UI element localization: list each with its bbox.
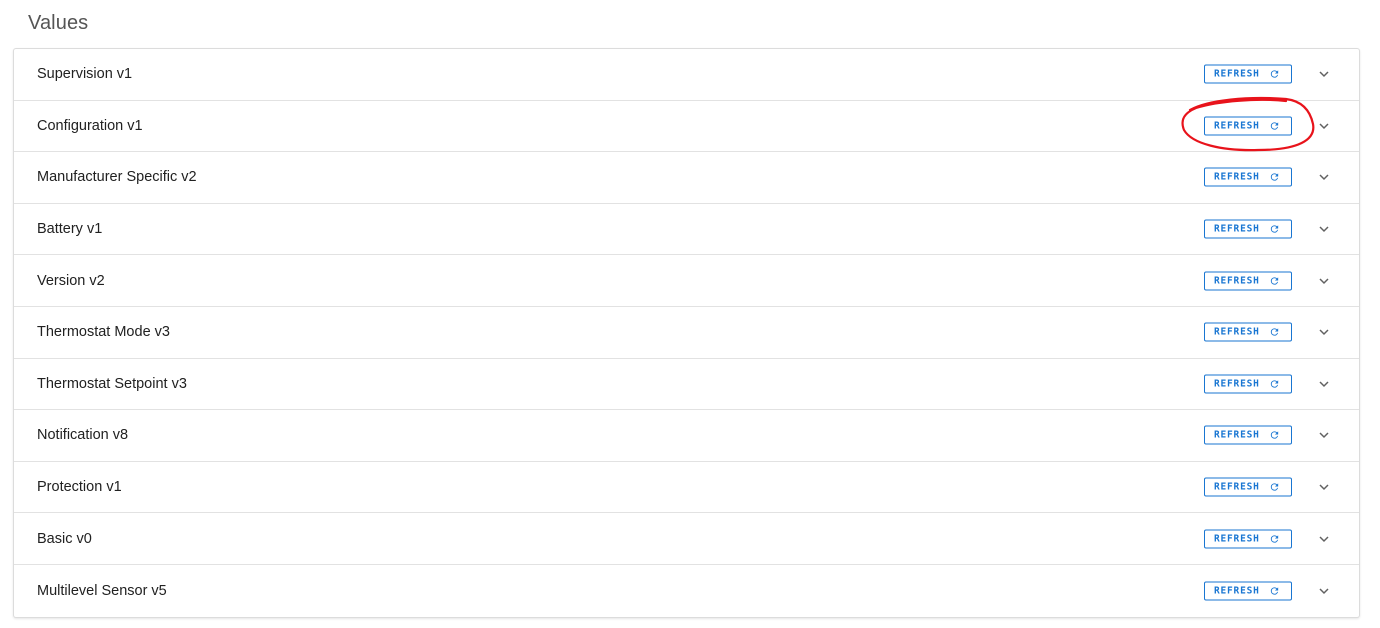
refresh-icon bbox=[1270, 380, 1279, 388]
values-accordion: Supervision v1 REFRESH Configuration v1 … bbox=[13, 48, 1360, 618]
accordion-row-version[interactable]: Version v2 REFRESH bbox=[14, 255, 1359, 307]
accordion-row-notification[interactable]: Notification v8 REFRESH bbox=[14, 410, 1359, 462]
refresh-button-label: REFRESH bbox=[1214, 585, 1260, 597]
accordion-row-battery[interactable]: Battery v1 REFRESH bbox=[14, 204, 1359, 256]
refresh-button-label: REFRESH bbox=[1214, 223, 1260, 235]
refresh-icon bbox=[1270, 122, 1279, 130]
chevron-down-icon[interactable] bbox=[1316, 324, 1332, 340]
refresh-button-label: REFRESH bbox=[1214, 326, 1260, 338]
chevron-down-icon[interactable] bbox=[1316, 427, 1332, 443]
row-label: Protection v1 bbox=[37, 479, 122, 496]
refresh-button[interactable]: REFRESH bbox=[1204, 374, 1292, 394]
accordion-row-protection[interactable]: Protection v1 REFRESH bbox=[14, 462, 1359, 514]
row-label: Multilevel Sensor v5 bbox=[37, 582, 167, 599]
chevron-down-icon[interactable] bbox=[1316, 273, 1332, 289]
refresh-icon bbox=[1270, 534, 1279, 543]
chevron-down-icon[interactable] bbox=[1316, 118, 1332, 134]
chevron-down-icon[interactable] bbox=[1316, 66, 1332, 82]
refresh-button[interactable]: REFRESH bbox=[1204, 167, 1292, 187]
chevron-down-icon[interactable] bbox=[1316, 531, 1332, 547]
section-title: Values bbox=[28, 12, 89, 34]
chevron-down-icon[interactable] bbox=[1316, 376, 1332, 392]
refresh-button[interactable]: REFRESH bbox=[1204, 116, 1292, 136]
refresh-button-label: REFRESH bbox=[1214, 120, 1260, 132]
accordion-row-configuration[interactable]: Configuration v1 REFRESH bbox=[14, 101, 1359, 153]
refresh-button-label: REFRESH bbox=[1214, 68, 1260, 80]
refresh-button-label: REFRESH bbox=[1214, 275, 1260, 287]
accordion-row-manufacturer-specific[interactable]: Manufacturer Specific v2 REFRESH bbox=[14, 152, 1359, 204]
values-page: Values Supervision v1 REFRESH Configurat… bbox=[0, 0, 1380, 628]
refresh-icon bbox=[1270, 431, 1279, 440]
refresh-button[interactable]: REFRESH bbox=[1204, 425, 1292, 445]
row-label: Thermostat Mode v3 bbox=[37, 324, 170, 341]
refresh-button[interactable]: REFRESH bbox=[1204, 322, 1292, 342]
refresh-button-label: REFRESH bbox=[1214, 533, 1260, 545]
refresh-button[interactable]: REFRESH bbox=[1204, 219, 1292, 239]
refresh-icon bbox=[1270, 587, 1279, 595]
refresh-button[interactable]: REFRESH bbox=[1204, 64, 1292, 84]
accordion-row-thermostat-setpoint[interactable]: Thermostat Setpoint v3 REFRESH bbox=[14, 359, 1359, 411]
chevron-down-icon[interactable] bbox=[1316, 583, 1332, 599]
row-label: Supervision v1 bbox=[37, 66, 133, 83]
accordion-row-thermostat-mode[interactable]: Thermostat Mode v3 REFRESH bbox=[14, 307, 1359, 359]
chevron-down-icon[interactable] bbox=[1316, 169, 1332, 185]
row-label: Version v2 bbox=[37, 272, 105, 289]
refresh-button[interactable]: REFRESH bbox=[1204, 271, 1292, 291]
chevron-down-icon[interactable] bbox=[1316, 221, 1332, 237]
row-label: Configuration v1 bbox=[37, 117, 143, 134]
row-label: Manufacturer Specific v2 bbox=[37, 169, 197, 186]
row-label: Thermostat Setpoint v3 bbox=[37, 375, 187, 392]
refresh-icon bbox=[1270, 328, 1279, 336]
row-label: Basic v0 bbox=[37, 530, 92, 547]
refresh-icon bbox=[1270, 70, 1279, 78]
refresh-button-label: REFRESH bbox=[1214, 378, 1260, 390]
refresh-button-label: REFRESH bbox=[1214, 481, 1260, 493]
refresh-icon bbox=[1270, 173, 1279, 182]
refresh-button[interactable]: REFRESH bbox=[1204, 529, 1292, 549]
refresh-button[interactable]: REFRESH bbox=[1204, 581, 1292, 601]
row-label: Battery v1 bbox=[37, 221, 103, 238]
chevron-down-icon[interactable] bbox=[1316, 479, 1332, 495]
refresh-button-label: REFRESH bbox=[1214, 429, 1260, 441]
accordion-row-supervision[interactable]: Supervision v1 REFRESH bbox=[14, 49, 1359, 101]
accordion-row-multilevel-sensor[interactable]: Multilevel Sensor v5 REFRESH bbox=[14, 565, 1359, 617]
refresh-button-label: REFRESH bbox=[1214, 171, 1260, 183]
refresh-icon bbox=[1270, 483, 1279, 491]
refresh-icon bbox=[1270, 277, 1279, 285]
refresh-button[interactable]: REFRESH bbox=[1204, 477, 1292, 497]
refresh-icon bbox=[1270, 225, 1279, 233]
accordion-row-basic[interactable]: Basic v0 REFRESH bbox=[14, 513, 1359, 565]
row-label: Notification v8 bbox=[37, 427, 129, 444]
